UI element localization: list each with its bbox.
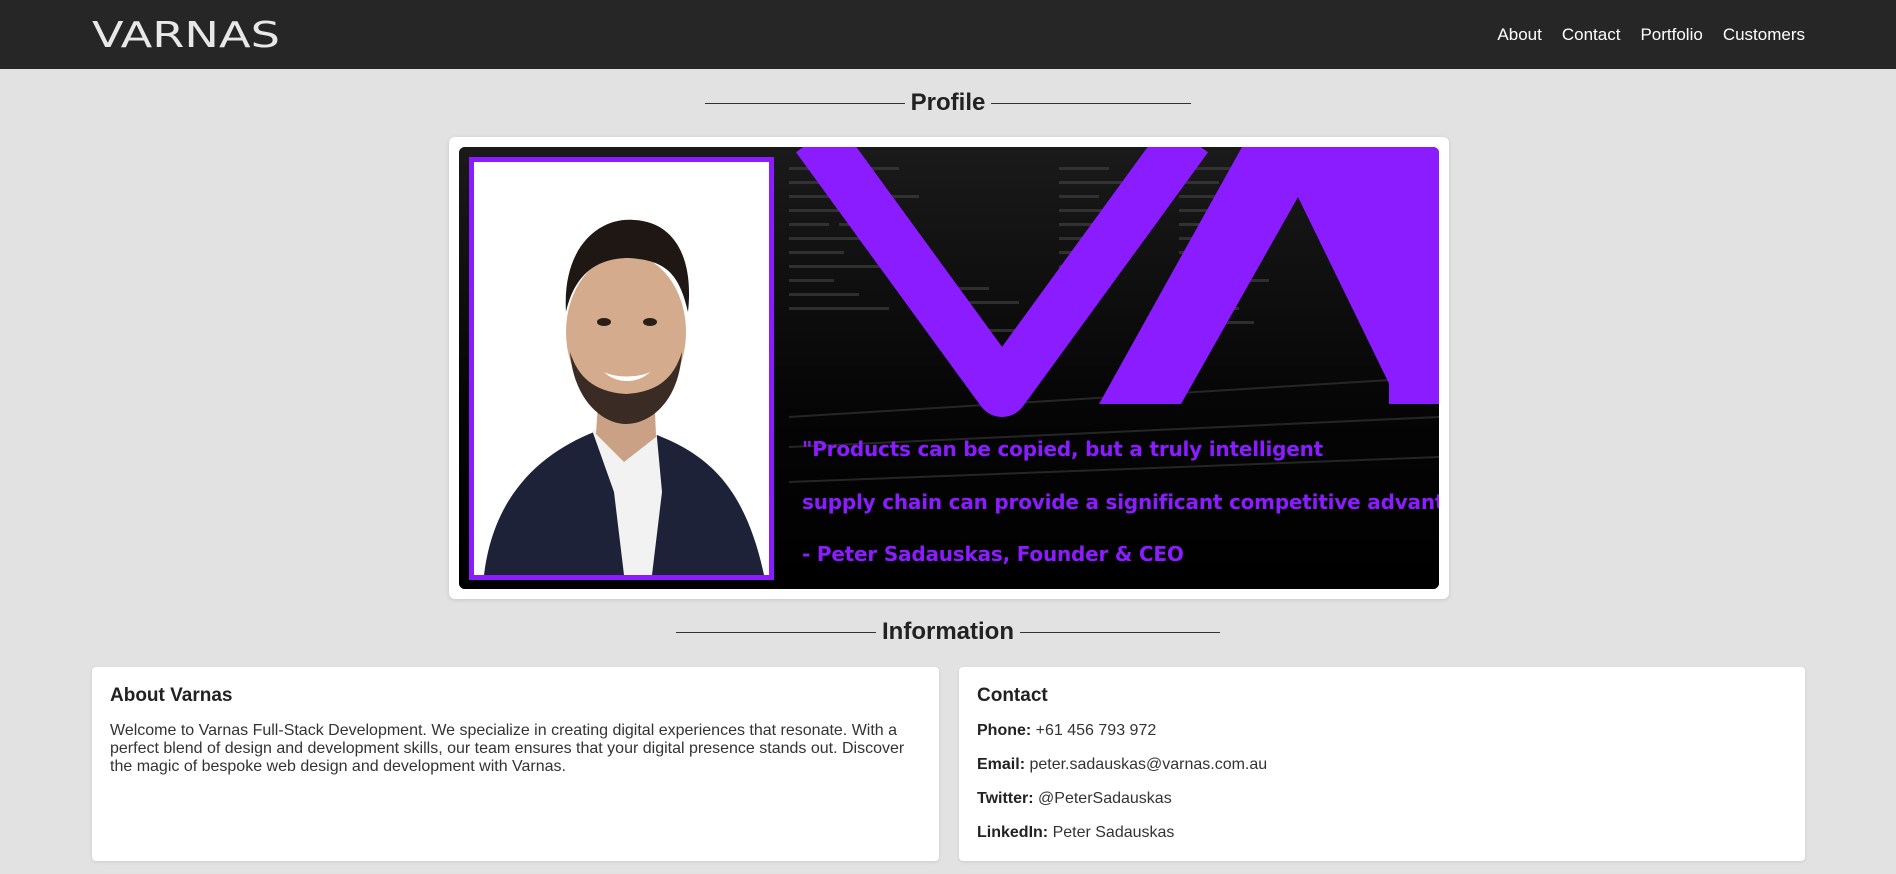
contact-linkedin-value[interactable]: Peter Sadauskas (1053, 824, 1175, 841)
heading-rule-right (991, 102, 1192, 104)
profile-title: Profile (910, 89, 986, 116)
heading-rule-left (704, 102, 905, 104)
heading-rule-left (676, 631, 876, 633)
portrait-frame (469, 157, 774, 580)
contact-email-label: Email: (977, 756, 1026, 773)
contact-email: Email: peter.sadauskas@varnas.com.au (977, 756, 1787, 774)
nav-link-contact[interactable]: Contact (1562, 25, 1621, 45)
contact-twitter: Twitter: @PeterSadauskas (977, 790, 1787, 808)
contact-card: Contact Phone: +61 456 793 972 Email: pe… (959, 667, 1805, 861)
main-nav: About Contact Portfolio Customers (1497, 0, 1805, 69)
quote-line-2: supply chain can provide a significant c… (802, 490, 1439, 514)
top-navbar: VARNAS About Contact Portfolio Customers (0, 0, 1896, 69)
contact-phone-value[interactable]: +61 456 793 972 (1036, 722, 1157, 739)
profile-card: "Products can be copied, but a truly int… (449, 137, 1449, 599)
about-title: About Varnas (110, 685, 233, 706)
quote-attribution: - Peter Sadauskas, Founder & CEO (802, 542, 1184, 566)
about-card: About Varnas Welcome to Varnas Full-Stac… (92, 667, 939, 861)
contact-twitter-value[interactable]: @PeterSadauskas (1038, 790, 1172, 807)
nav-link-portfolio[interactable]: Portfolio (1640, 25, 1702, 45)
varnas-logo[interactable]: VARNAS (92, 18, 282, 50)
profile-section-heading: Profile (0, 89, 1896, 117)
portrait-photo (474, 162, 769, 575)
quote-line-1: "Products can be copied, but a truly int… (802, 437, 1324, 461)
nav-link-about[interactable]: About (1497, 25, 1541, 45)
information-section-heading: Information (0, 618, 1896, 646)
nav-link-customers[interactable]: Customers (1723, 25, 1805, 45)
heading-rule-right (1020, 631, 1220, 633)
contact-twitter-label: Twitter: (977, 790, 1034, 807)
contact-phone: Phone: +61 456 793 972 (977, 722, 1787, 740)
information-title: Information (882, 618, 1014, 645)
contact-email-value[interactable]: peter.sadauskas@varnas.com.au (1029, 756, 1267, 773)
contact-linkedin: LinkedIn: Peter Sadauskas (977, 824, 1787, 842)
svg-text:VARNAS: VARNAS (92, 18, 280, 50)
profile-banner: "Products can be copied, but a truly int… (459, 147, 1439, 589)
contact-phone-label: Phone: (977, 722, 1032, 739)
contact-title: Contact (977, 685, 1048, 706)
contact-linkedin-label: LinkedIn: (977, 824, 1049, 841)
about-body: Welcome to Varnas Full-Stack Development… (110, 722, 905, 775)
